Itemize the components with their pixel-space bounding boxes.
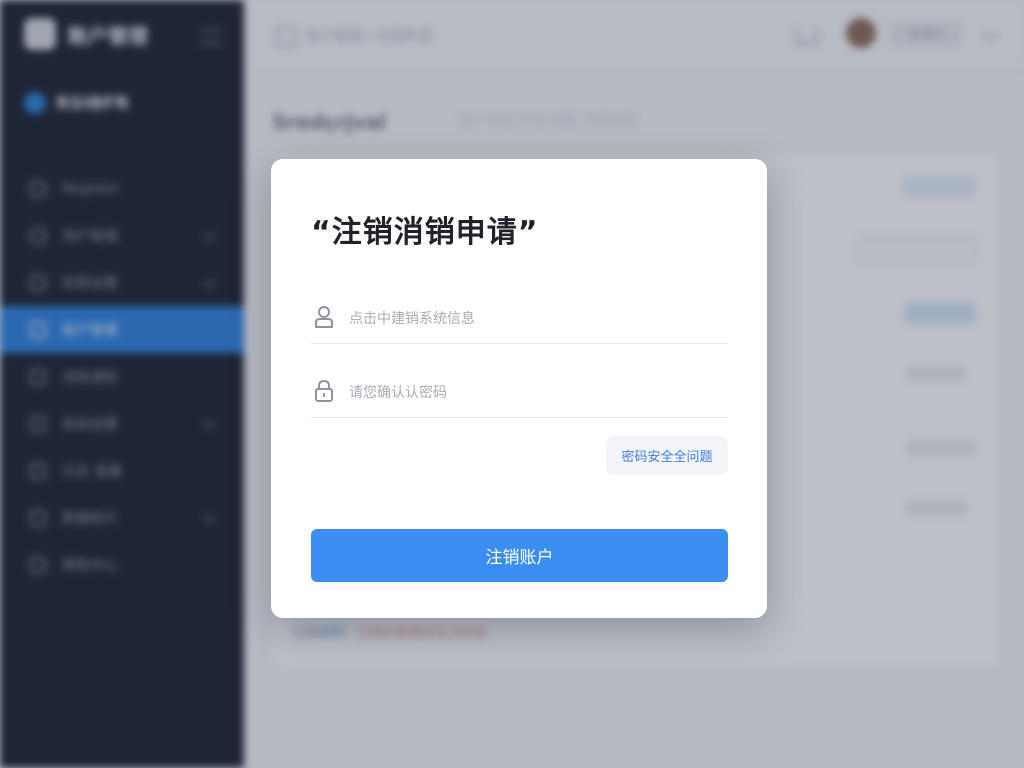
cancel-account-button[interactable]: 注销账户 xyxy=(311,529,728,582)
dialog-title: “注销消销申请” xyxy=(311,215,539,250)
cancel-account-dialog: “注销消销申请” 密码安全全问题 注销账户 xyxy=(271,159,767,618)
username-field xyxy=(311,295,728,344)
lock-icon xyxy=(315,379,333,402)
username-input[interactable] xyxy=(347,295,721,343)
security-question-button[interactable]: 密码安全全问题 xyxy=(606,436,728,475)
user-icon xyxy=(315,306,333,328)
password-field xyxy=(311,369,728,418)
password-input[interactable] xyxy=(347,369,721,417)
